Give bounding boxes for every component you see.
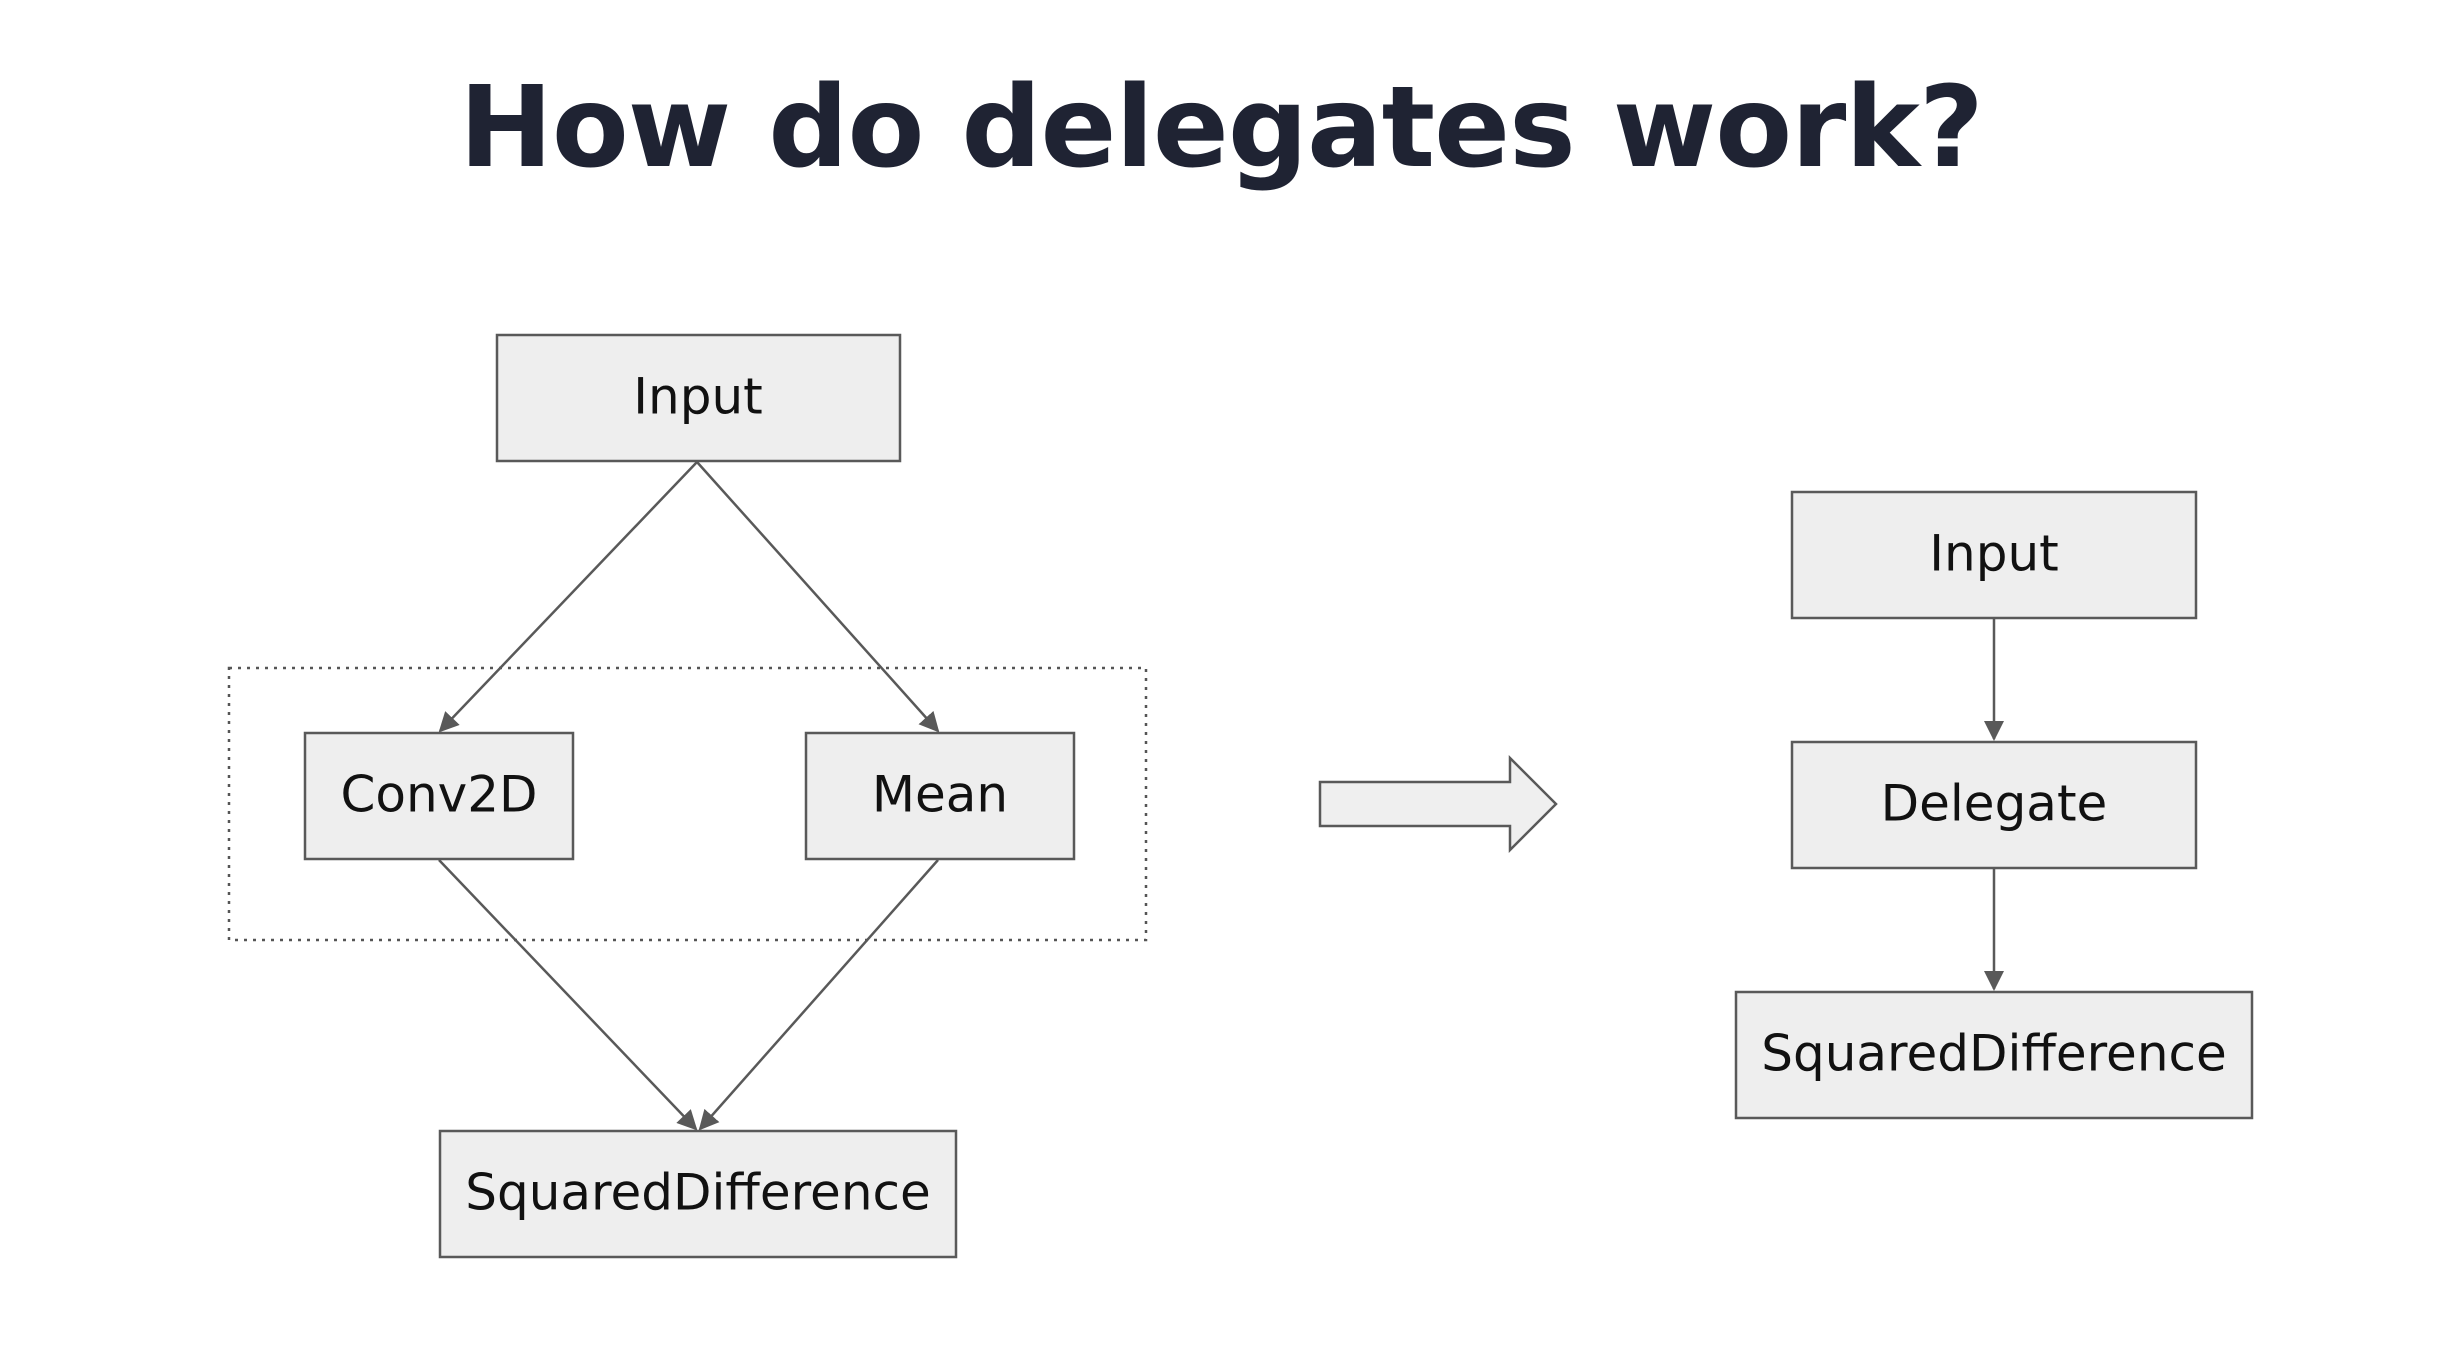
edge-input-to-mean <box>696 461 940 733</box>
node-squareddifference: SquaredDifference <box>1734 990 2254 1120</box>
node-label: Input <box>633 368 762 426</box>
node-conv2d: Conv2D <box>303 731 575 861</box>
edge-input-to-conv2d <box>438 461 698 733</box>
delegate-diagram: Input Conv2D Mean SquaredDifference Inpu… <box>227 333 2254 1259</box>
delegated-graph: Input Delegate SquaredDifference <box>1734 490 2254 1120</box>
edge-mean-to-squareddifference <box>698 859 939 1131</box>
node-label: Conv2D <box>340 766 537 824</box>
node-label: Input <box>1929 525 2058 583</box>
node-label: SquaredDifference <box>1761 1025 2227 1083</box>
edge-conv2d-to-squareddifference <box>438 859 698 1131</box>
node-label: Mean <box>872 766 1008 824</box>
node-mean: Mean <box>804 731 1076 861</box>
node-input: Input <box>1790 490 2198 620</box>
original-graph: Input Conv2D Mean SquaredDifference <box>227 333 1148 1259</box>
node-squareddifference: SquaredDifference <box>438 1129 958 1259</box>
node-input: Input <box>495 333 902 463</box>
node-delegate: Delegate <box>1790 740 2198 870</box>
transform-arrow <box>1318 754 1558 854</box>
node-label: SquaredDifference <box>465 1164 931 1222</box>
node-label: Delegate <box>1881 775 2108 833</box>
